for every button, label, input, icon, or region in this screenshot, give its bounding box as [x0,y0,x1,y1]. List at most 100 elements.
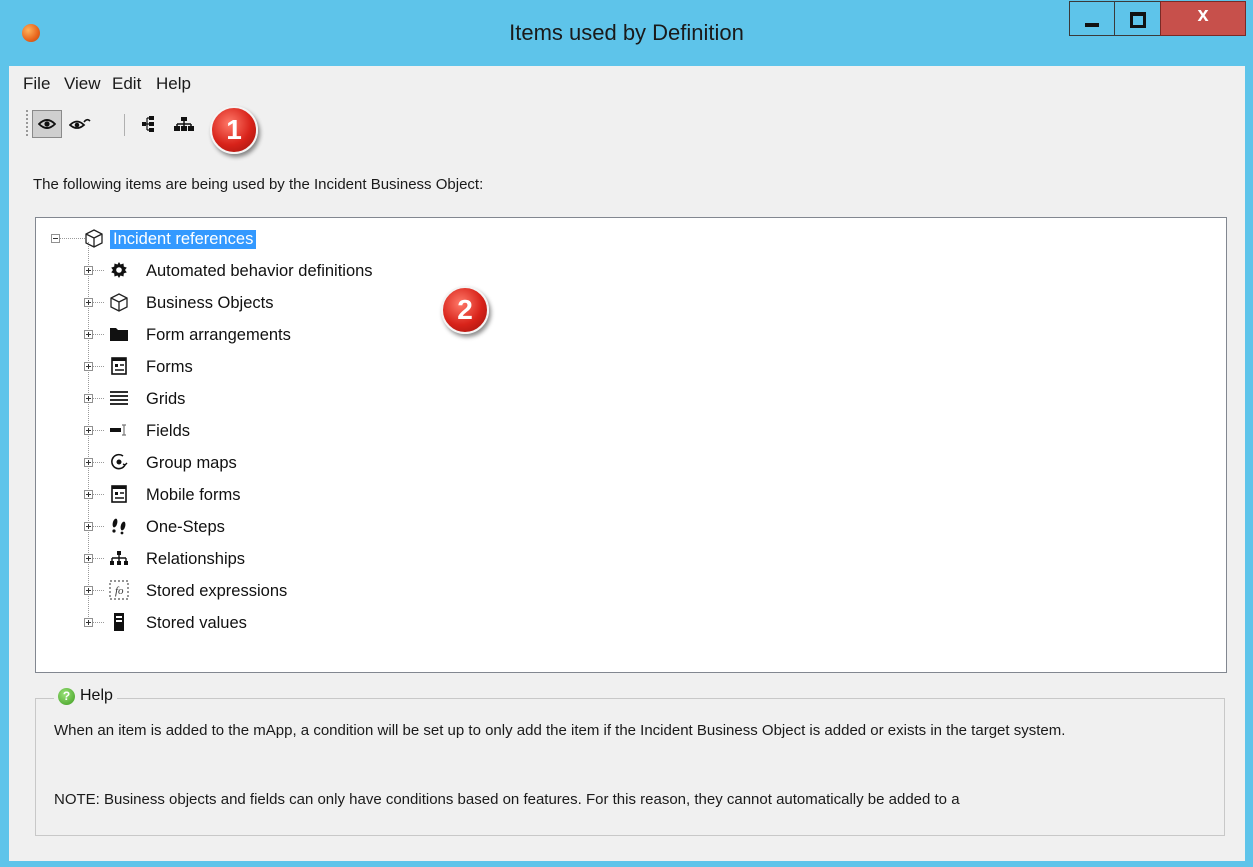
expand-toggle[interactable] [84,426,93,435]
tree-connector-line [60,238,86,239]
menu-file[interactable]: File [23,74,50,94]
help-note: NOTE: Business objects and fields can on… [54,791,960,808]
form-icon [109,484,129,504]
references-tree[interactable]: Incident references Automated behavior d… [35,217,1227,673]
tree-connector-line [93,462,105,463]
tree-connector-line [93,270,105,271]
tree-node-stored-expressions[interactable]: Stored expressions [146,580,287,602]
expand-toggle[interactable] [84,490,93,499]
expand-toggle[interactable] [84,362,93,371]
tree-expand-icon [142,116,154,132]
minimize-icon [1085,23,1099,27]
tree-node-group-maps[interactable]: Group maps [146,452,237,474]
tree-node-fields[interactable]: Fields [146,420,190,442]
expand-toggle[interactable] [84,458,93,467]
tree-node-one-steps[interactable]: One-Steps [146,516,225,538]
help-group-box: ? Help When an item is added to the mApp… [35,687,1225,836]
expand-tree-button[interactable] [133,110,163,138]
tree-node-label: One-Steps [146,517,225,536]
stored-value-icon [109,612,129,632]
tree-node-automated-behavior[interactable]: Automated behavior definitions [146,260,373,282]
expand-toggle[interactable] [84,618,93,627]
tree-node-label: Relationships [146,549,246,568]
tree-node-label: Grids [146,389,186,408]
group-map-icon [109,452,129,472]
expand-toggle[interactable] [84,330,93,339]
app-window: Items used by Definition x File View Edi… [0,0,1253,867]
expand-toggle[interactable] [84,394,93,403]
view-used-by-items-button[interactable] [65,110,95,138]
help-text: When an item is added to the mApp, a con… [54,722,1066,739]
tree-node-business-objects[interactable]: Business Objects [146,292,273,314]
tree-connector-line [93,494,105,495]
tree-node-grids[interactable]: Grids [146,388,185,410]
tree-node-form-arrangements[interactable]: Form arrangements [146,324,291,346]
callout-badge-1: 1 [210,106,258,154]
expand-toggle[interactable] [84,522,93,531]
tree-connector-line [93,526,105,527]
tree-node-label: Business Objects [146,293,274,312]
tree-node-relationships[interactable]: Relationships [146,548,245,570]
expand-toggle[interactable] [84,298,93,307]
eye-icon [38,119,56,129]
callout-badge-2: 2 [441,286,489,334]
tree-node-mobile-forms[interactable]: Mobile forms [146,484,240,506]
window-title: Items used by Definition [509,20,744,45]
maximize-button[interactable] [1114,1,1161,36]
tree-connector-line [93,590,105,591]
cube-icon [84,228,104,248]
help-icon: ? [58,687,75,705]
tree-node-stored-values[interactable]: Stored values [146,612,247,634]
tree-node-label: Stored expressions [146,581,288,600]
close-button[interactable]: x [1160,1,1246,36]
tree-node-label: Form arrangements [146,325,291,344]
cube-icon [109,292,129,312]
field-icon [109,420,129,440]
root-collapse-toggle[interactable] [51,234,60,243]
toolbar [9,100,309,140]
description-text: The following items are being used by th… [33,176,484,193]
menu-view[interactable]: View [64,74,101,94]
relationship-icon [109,548,129,568]
toolbar-separator [124,114,125,136]
menu-help[interactable]: Help [156,74,191,94]
hierarchy-view-button[interactable] [169,110,199,138]
svg-text:fo: fo [115,585,124,597]
tree-root-node[interactable]: Incident references [110,228,257,250]
client-area: File View Edit Help 1 The following item… [9,66,1245,861]
close-icon: x [1197,4,1209,26]
tree-node-label: Group maps [146,453,237,472]
tree-node-label: Mobile forms [146,485,241,504]
toolbar-grip[interactable] [26,110,28,138]
expression-icon: fo [109,580,129,600]
tree-node-label: Automated behavior definitions [146,261,373,280]
tree-connector-line [93,558,105,559]
tree-connector-line [93,366,105,367]
tree-connector-line [93,302,105,303]
help-legend-label: Help [80,687,113,704]
tree-node-label: Forms [146,357,193,376]
footsteps-icon [109,516,129,536]
menu-bar: File View Edit Help [9,66,1245,96]
menu-edit[interactable]: Edit [112,74,141,94]
grid-lines-icon [109,388,129,408]
tree-connector-line [93,334,105,335]
eye-link-icon [69,118,91,129]
folder-icon [109,324,129,344]
expand-toggle[interactable] [84,586,93,595]
tree-connector-line [93,398,105,399]
tree-node-label: Stored values [146,613,247,632]
view-used-items-button[interactable] [32,110,62,138]
gear-icon [109,260,129,280]
expand-toggle[interactable] [84,554,93,563]
title-bar[interactable]: Items used by Definition x [0,0,1253,66]
tree-node-forms[interactable]: Forms [146,356,193,378]
expand-toggle[interactable] [84,266,93,275]
maximize-icon [1130,12,1146,28]
minimize-button[interactable] [1069,1,1115,36]
form-icon [109,356,129,376]
help-legend: ? Help [54,687,117,705]
tree-root-label: Incident references [110,229,257,249]
hierarchy-icon [174,117,194,131]
tree-connector-line [93,622,105,623]
